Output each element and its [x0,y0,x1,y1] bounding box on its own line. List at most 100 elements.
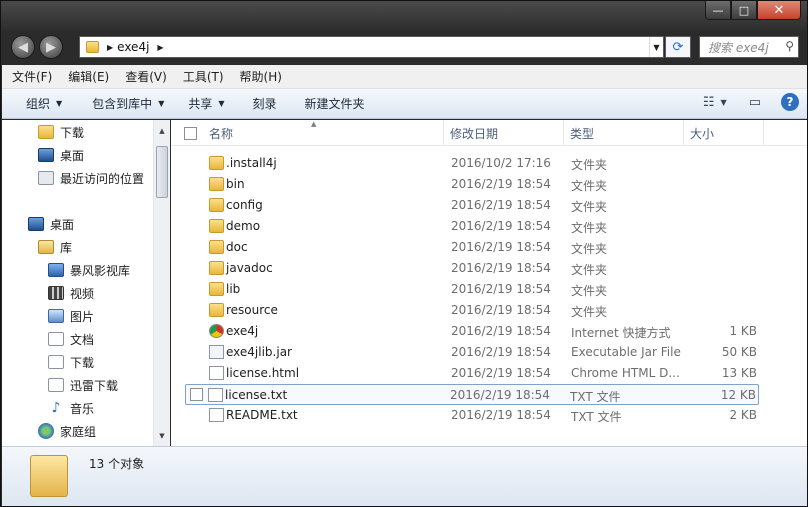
view-options-icon[interactable]: ☷ [703,95,715,110]
file-row[interactable]: javadoc 2016/2/19 18:54 文件夹 [187,258,759,279]
download-folder-icon [38,125,54,139]
folder-icon [209,240,224,254]
recent-places-icon [38,171,54,185]
file-row[interactable]: .install4j 2016/10/2 17:16 文件夹 [187,153,759,174]
file-row[interactable]: README.txt 2016/2/19 18:54 TXT 文件 2 KB [187,405,759,426]
nav-label: 家庭组 [60,424,97,439]
row-checkbox[interactable] [190,388,203,401]
share-button[interactable]: 共享 ▼ [188,95,224,112]
nav-label: 迅雷下载 [70,378,119,393]
column-type[interactable]: 类型 [564,120,684,146]
file-row[interactable]: lib 2016/2/19 18:54 文件夹 [187,279,759,300]
view-dropdown-icon[interactable]: ▼ [721,98,727,107]
download-icon [48,355,64,369]
refresh-button[interactable]: ⟳ [665,36,691,58]
folder-icon [86,41,99,53]
search-input[interactable]: 搜索 exe4j ⚲ [699,36,799,58]
file-row[interactable]: license.html 2016/2/19 18:54 Chrome HTML D… [187,363,759,384]
file-row[interactable]: doc 2016/2/19 18:54 文件夹 [187,237,759,258]
folder-icon [209,282,224,296]
file-name: exe4jlib.jar [226,345,292,359]
help-button[interactable]: ? [781,93,799,111]
nav-item-pictures[interactable]: 图片 [48,305,94,327]
nav-item-documents[interactable]: 文档 [48,328,94,350]
file-row[interactable]: config 2016/2/19 18:54 文件夹 [187,195,759,216]
file-name: javadoc [226,261,273,275]
breadcrumb-exe4j[interactable]: exe4j [117,40,149,54]
command-bar: 组织 ▼ 包含到库中 ▼ 共享 ▼ 刻录 新建文件夹 ☷ ▼ ▭ ? [2,89,807,119]
nav-label: 暴风影视库 [70,263,131,278]
file-name: resource [226,303,278,317]
column-name[interactable]: 名称 ▲ [171,120,444,146]
file-date: 2016/10/2 17:16 [451,156,551,170]
close-button[interactable]: ✕ [757,1,801,20]
nav-item-music[interactable]: ♪ 音乐 [48,397,94,419]
file-row[interactable]: demo 2016/2/19 18:54 文件夹 [187,216,759,237]
desktop-icon [28,217,44,231]
include-library-button[interactable]: 包含到库中 ▼ [92,95,164,112]
new-folder-button[interactable]: 新建文件夹 [305,95,365,112]
address-dropdown-icon[interactable]: ▼ [649,37,663,57]
file-type: Chrome HTML D... [571,366,680,380]
file-type: 文件夹 [571,158,608,172]
nav-item-homegroup[interactable]: 家庭组 [38,420,96,442]
preview-pane-icon[interactable]: ▭ [749,95,761,110]
minimize-button[interactable]: — [705,1,731,20]
column-date[interactable]: 修改日期 [444,120,564,146]
nav-item-downloads[interactable]: 下载 [38,121,84,143]
text-file-icon [208,388,223,402]
menu-file[interactable]: 文件(F) [12,68,52,85]
organize-button[interactable]: 组织 ▼ [26,95,62,112]
file-type: 文件夹 [571,179,608,193]
menu-tools[interactable]: 工具(T) [183,68,224,85]
folder-icon [209,198,224,212]
file-row[interactable]: exe4jlib.jar 2016/2/19 18:54 Executable Ja… [187,342,759,363]
file-name: exe4j [226,324,259,338]
music-icon: ♪ [51,400,61,416]
nav-item-desktop-root[interactable]: 桌面 [28,213,74,235]
nav-item-thunder-download[interactable]: 迅雷下载 [48,374,118,396]
menu-view[interactable]: 查看(V) [125,68,167,85]
scroll-down-icon[interactable]: ▼ [154,427,170,444]
column-size[interactable]: 大小 [684,120,764,146]
desktop-icon [38,148,54,162]
documents-icon [48,332,64,346]
folder-icon [209,156,224,170]
title-bar[interactable]: — □ ✕ [1,1,807,31]
nav-item-videos[interactable]: 视频 [48,282,94,304]
file-size: 2 KB [729,408,757,422]
maximize-button[interactable]: □ [731,1,757,20]
address-bar[interactable]: ▶ exe4j ▶ ▼ [79,36,664,58]
file-date: 2016/2/19 18:54 [450,388,550,402]
scroll-up-icon[interactable]: ▲ [154,122,170,139]
breadcrumb-chevron-icon[interactable]: ▶ [157,43,163,52]
nav-item-downloads-lib[interactable]: 下载 [48,351,94,373]
nav-item-recent-places[interactable]: 最近访问的位置 [38,167,144,189]
file-date: 2016/2/19 18:54 [451,240,551,254]
file-type: 文件夹 [571,242,608,256]
nav-item-desktop[interactable]: 桌面 [38,144,84,166]
organize-label: 组织 [26,97,51,111]
nav-item-libraries[interactable]: 库 [38,236,72,258]
file-date: 2016/2/19 18:54 [451,345,551,359]
search-icon[interactable]: ⚲ [785,39,794,53]
menu-edit[interactable]: 编辑(E) [68,68,109,85]
forward-button[interactable]: ▶ [39,35,63,59]
file-row[interactable]: resource 2016/2/19 18:54 文件夹 [187,300,759,321]
file-name: lib [226,282,241,296]
burn-button[interactable]: 刻录 [253,95,277,112]
nav-scrollbar[interactable]: ▲ ▼ [153,120,170,446]
file-row[interactable]: bin 2016/2/19 18:54 文件夹 [187,174,759,195]
library-icon [38,240,54,254]
back-button[interactable]: ◀ [11,35,35,59]
file-row-selected[interactable]: license.txt 2016/2/19 18:54 TXT 文件 12 KB [185,384,759,405]
file-row[interactable]: exe4j 2016/2/19 18:54 Internet 快捷方式 1 KB [187,321,759,342]
folder-icon [30,455,68,497]
menu-help[interactable]: 帮助(H) [240,68,282,85]
scroll-thumb[interactable] [156,146,168,198]
nav-item-baofeng-library[interactable]: 暴风影视库 [48,259,130,281]
explorer-window: — □ ✕ ◀ ▶ ▶ exe4j ▶ ▼ ⟳ 搜索 exe4j ⚲ 文件(F)… [0,0,808,507]
chrome-shortcut-icon [209,324,224,338]
file-type: 文件夹 [571,221,608,235]
select-all-checkbox[interactable] [184,126,197,140]
